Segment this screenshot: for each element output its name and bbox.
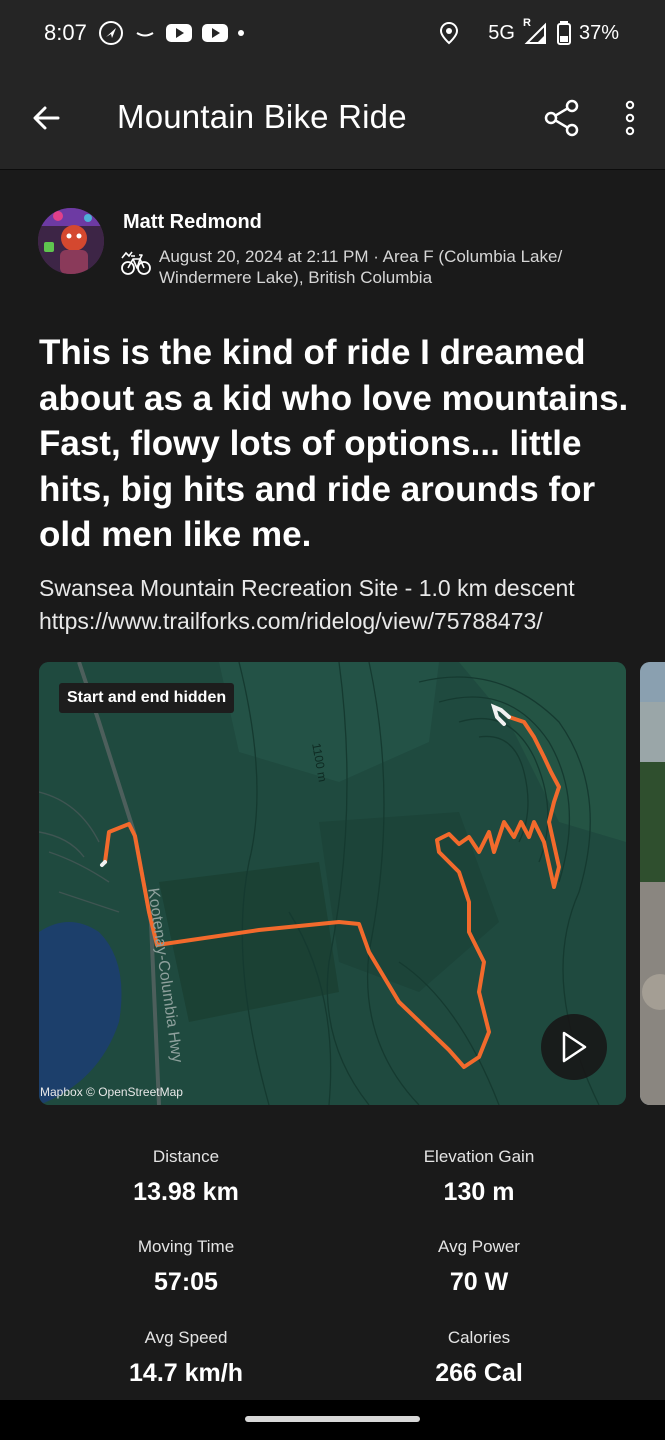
stat-moving-time: Moving Time 57:05 bbox=[56, 1237, 316, 1297]
activity-date-location: August 20, 2024 at 2:11 PM · Area F (Col… bbox=[159, 247, 563, 287]
stat-value: 57:05 bbox=[154, 1268, 218, 1296]
status-time: 8:07 bbox=[44, 20, 87, 45]
privacy-badge: Start and end hidden bbox=[59, 683, 235, 713]
more-options-button[interactable] bbox=[612, 96, 648, 140]
avatar[interactable] bbox=[38, 208, 104, 274]
map-attribution: Mapbox © OpenStreetMap bbox=[40, 1085, 183, 1099]
more-notifications-icon bbox=[238, 30, 244, 36]
more-vertical-icon bbox=[625, 100, 635, 136]
navigation-icon bbox=[99, 21, 123, 45]
map-canvas bbox=[39, 662, 626, 1105]
trail-info: Swansea Mountain Recreation Site - 1.0 k… bbox=[39, 572, 639, 637]
trail-text: Swansea Mountain Recreation Site - 1.0 k… bbox=[39, 575, 575, 601]
arrow-left-icon bbox=[33, 106, 60, 130]
system-icons: 5G R 37% bbox=[438, 17, 619, 46]
status-bar: 8:07 5G R 37% bbox=[0, 0, 665, 68]
stat-value: 14.7 km/h bbox=[129, 1359, 243, 1387]
play-icon bbox=[562, 1031, 587, 1063]
home-gesture-handle[interactable] bbox=[245, 1416, 420, 1422]
stat-label: Avg Power bbox=[438, 1237, 520, 1256]
activity-photo[interactable] bbox=[640, 662, 665, 1105]
battery-icon bbox=[556, 21, 571, 45]
page-title: Mountain Bike Ride bbox=[117, 98, 407, 135]
stat-value: 130 m bbox=[443, 1178, 515, 1206]
network-type: 5G bbox=[488, 21, 515, 44]
stat-avg-power: Avg Power 70 W bbox=[349, 1237, 609, 1297]
stat-label: Elevation Gain bbox=[423, 1147, 535, 1166]
stat-label: Moving Time bbox=[137, 1237, 235, 1256]
activity-description: This is the kind of ride I dreamed about… bbox=[39, 333, 629, 554]
youtube-icon bbox=[202, 24, 228, 42]
location-icon bbox=[440, 21, 459, 45]
link-icon bbox=[136, 32, 154, 37]
stat-value: 266 Cal bbox=[435, 1359, 523, 1387]
share-button[interactable] bbox=[540, 96, 584, 140]
share-icon bbox=[544, 99, 579, 137]
stat-avg-speed: Avg Speed 14.7 km/h bbox=[56, 1328, 316, 1388]
trail-link[interactable]: https://www.trailforks.com/ridelog/view/… bbox=[39, 605, 639, 638]
route-map[interactable]: Start and end hidden 1100 m Kootenay-Col… bbox=[39, 662, 626, 1105]
back-button[interactable] bbox=[26, 98, 66, 138]
system-nav-bar bbox=[0, 1400, 665, 1440]
battery-percent: 37% bbox=[578, 21, 619, 44]
app-bar: Mountain Bike Ride bbox=[0, 68, 665, 170]
stat-label: Distance bbox=[152, 1147, 220, 1166]
play-flyover-button[interactable] bbox=[541, 1014, 607, 1080]
stat-label: Calories bbox=[447, 1328, 511, 1347]
roaming-indicator: R bbox=[522, 17, 531, 29]
signal-icon: R bbox=[523, 17, 549, 45]
youtube-icon bbox=[166, 24, 192, 42]
stat-value: 70 W bbox=[449, 1268, 509, 1296]
mountain-bike-icon bbox=[121, 251, 151, 275]
stat-distance: Distance 13.98 km bbox=[56, 1147, 316, 1207]
stat-value: 13.98 km bbox=[133, 1178, 239, 1206]
stat-label: Avg Speed bbox=[144, 1328, 228, 1347]
notification-icons bbox=[98, 20, 244, 46]
athlete-name[interactable]: Matt Redmond bbox=[123, 211, 262, 234]
stat-elevation-gain: Elevation Gain 130 m bbox=[349, 1147, 609, 1207]
stat-calories: Calories 266 Cal bbox=[349, 1328, 609, 1388]
